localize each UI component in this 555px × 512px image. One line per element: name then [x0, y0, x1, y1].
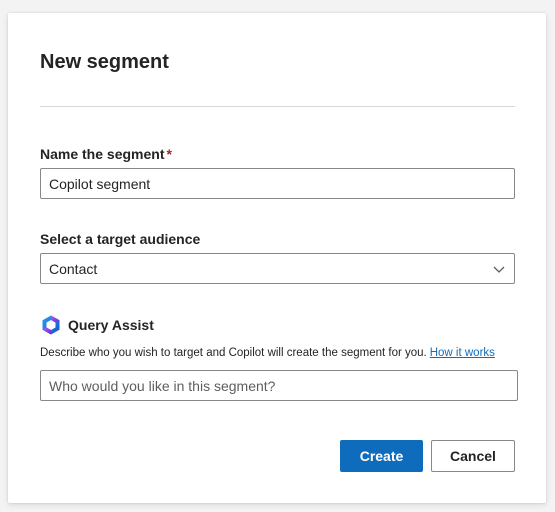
dialog-title: New segment	[40, 51, 169, 73]
target-audience-label: Select a target audience	[40, 231, 201, 247]
segment-name-input[interactable]	[40, 168, 515, 199]
new-segment-dialog: New segment Name the segment* Select a t…	[8, 13, 546, 503]
query-assist-header: Query Assist	[40, 314, 154, 336]
query-assist-description: Describe who you wish to target and Copi…	[40, 347, 495, 359]
segment-name-label: Name the segment *	[40, 146, 172, 162]
copilot-icon	[40, 314, 62, 336]
required-indicator: *	[166, 146, 172, 162]
segment-name-label-text: Name the segment	[40, 146, 165, 162]
target-audience-select[interactable]: Contact	[40, 253, 515, 284]
target-audience-value: Contact	[49, 260, 98, 277]
chevron-down-icon	[492, 262, 506, 276]
how-it-works-link[interactable]: How it works	[430, 347, 495, 359]
divider	[40, 106, 515, 107]
query-assist-input[interactable]	[40, 370, 518, 401]
query-assist-label: Query Assist	[68, 317, 154, 333]
create-button[interactable]: Create	[340, 440, 423, 472]
cancel-button[interactable]: Cancel	[431, 440, 515, 472]
query-assist-description-text: Describe who you wish to target and Copi…	[40, 347, 427, 359]
